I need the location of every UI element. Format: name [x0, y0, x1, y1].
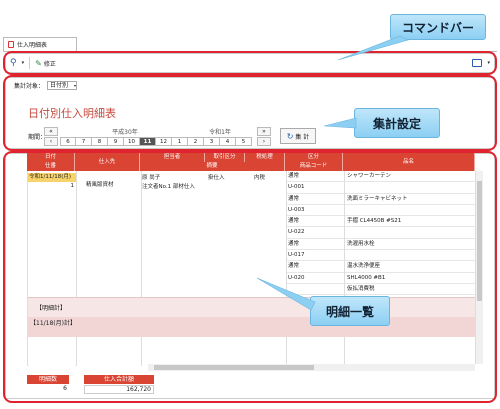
callout-list-pointer [256, 277, 316, 311]
callout-commandbar-pointer [337, 35, 409, 61]
document-icon [8, 41, 14, 48]
tab-label: 仕入明細表 [17, 42, 48, 49]
callout-settings-pointer [323, 117, 357, 129]
tab-purchase-detail[interactable]: 仕入明細表 [3, 37, 77, 51]
screen: 仕入明細表 ⚲ ▾ ✎ 修正 ▾ コマンドバー 集計対象： 日付別 ▾ 日付別仕… [0, 0, 500, 409]
list-highlight [3, 151, 497, 403]
commandbar-highlight [3, 51, 497, 75]
callout-list: 明細一覧 [310, 296, 390, 326]
callout-settings: 集計設定 [354, 108, 440, 138]
